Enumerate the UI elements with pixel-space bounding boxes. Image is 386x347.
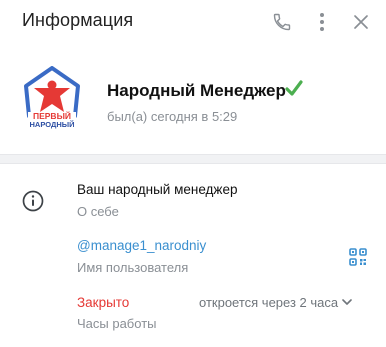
- profile-section: ПЕРВЫЙ НАРОДНЫЙ Народный Менеджер был(а)…: [0, 44, 386, 154]
- username-link[interactable]: @manage1_narodniy: [77, 238, 206, 253]
- close-button[interactable]: [347, 8, 375, 36]
- hours-expand-toggle[interactable]: откроется через 2 часа: [199, 295, 352, 310]
- phone-icon: [273, 13, 291, 31]
- logo-icon: ПЕРВЫЙ НАРОДНЫЙ: [24, 66, 80, 129]
- hours-label: Часы работы: [77, 316, 157, 331]
- hours-next-open: откроется через 2 часа: [199, 295, 339, 310]
- avatar[interactable]: ПЕРВЫЙ НАРОДНЫЙ: [20, 66, 84, 130]
- call-button[interactable]: [268, 8, 296, 36]
- qr-code-icon[interactable]: [349, 248, 367, 266]
- chevron-down-icon: [342, 299, 352, 305]
- section-divider: [0, 154, 386, 164]
- username-label: Имя пользователя: [77, 260, 189, 275]
- more-vertical-icon: [320, 13, 324, 31]
- header-bar: Информация: [0, 0, 386, 44]
- about-label: О себе: [77, 204, 119, 219]
- page-title: Информация: [22, 10, 134, 30]
- hours-status: Закрыто: [77, 295, 130, 310]
- last-seen-status: был(а) сегодня в 5:29: [107, 109, 238, 124]
- about-text: Ваш народный менеджер: [77, 182, 238, 197]
- checkmark-icon: [285, 80, 303, 96]
- logo-text-line2: НАРОДНЫЙ: [30, 120, 75, 129]
- more-options-button[interactable]: [308, 8, 336, 36]
- close-icon: [354, 15, 368, 29]
- profile-name: Народный Менеджер: [107, 81, 286, 100]
- info-icon: [22, 190, 44, 212]
